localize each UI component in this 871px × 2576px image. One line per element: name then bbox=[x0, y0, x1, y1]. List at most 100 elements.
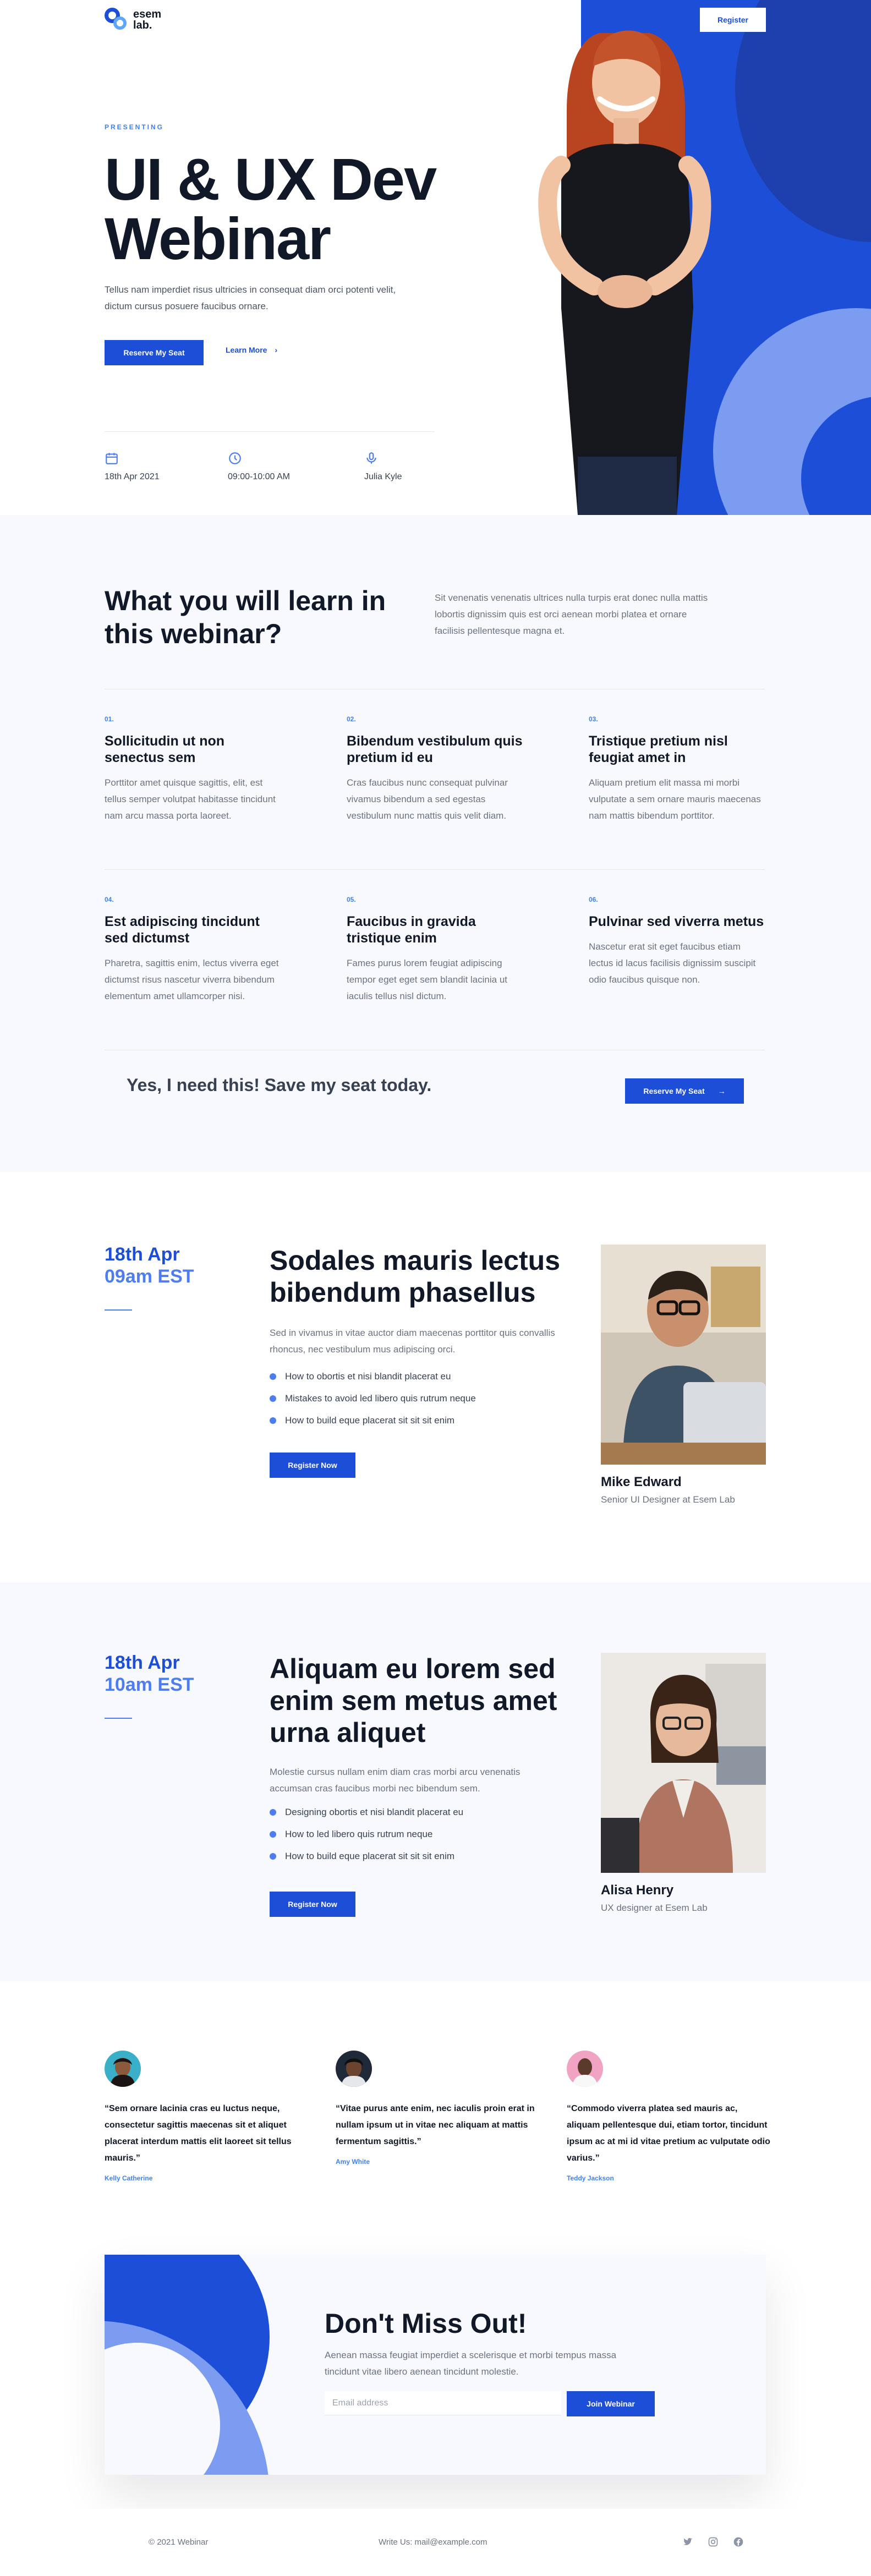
feature-item: 05. Faucibus in gravida tristique enim F… bbox=[347, 896, 523, 1005]
reserve-seat-cta-button[interactable]: Reserve My Seat → bbox=[625, 1078, 744, 1104]
avatar bbox=[567, 2051, 603, 2087]
feature-text: Pharetra, sagittis enim, lectus viverra … bbox=[105, 958, 279, 1001]
event-date: 18th Apr 2021 bbox=[105, 451, 160, 482]
session-date: 18th Apr bbox=[105, 1244, 180, 1265]
event-time: 09:00-10:00 AM bbox=[228, 451, 290, 482]
presenter-photo bbox=[538, 30, 711, 515]
instagram-icon[interactable] bbox=[708, 2536, 719, 2547]
session-datetime: 18th Apr 10am EST bbox=[105, 1652, 194, 1696]
feature-text: Porttitor amet quisque sagittis, elit, e… bbox=[105, 777, 276, 821]
divider bbox=[105, 869, 765, 870]
testimonial-quote: “Vitae purus ante enim, nec iaculis proi… bbox=[336, 2104, 535, 2146]
copyright: © 2021 Webinar bbox=[149, 2537, 209, 2547]
hero-eyebrow: PRESENTING bbox=[105, 123, 165, 131]
session-topic: How to build eque placerat sit sit sit e… bbox=[270, 1410, 476, 1432]
feature-number: 04. bbox=[105, 896, 114, 903]
event-time-text: 09:00-10:00 AM bbox=[228, 472, 290, 481]
footer: © 2021 Webinar Write Us: mail@example.co… bbox=[0, 2509, 871, 2576]
feature-number: 01. bbox=[105, 715, 114, 723]
feature-title: Faucibus in gravida tristique enim bbox=[347, 914, 476, 946]
session-time: 10am EST bbox=[105, 1674, 194, 1695]
session-description: Molestie cursus nullam enim diam cras mo… bbox=[270, 1767, 521, 1794]
microphone-icon bbox=[366, 452, 376, 464]
hero-section: esem lab. Register PRESENTING UI & UX De… bbox=[0, 0, 871, 515]
testimonial-card: “Commodo viverra platea sed mauris ac, a… bbox=[567, 2051, 770, 2182]
feature-item: 06. Pulvinar sed viverra metus Nascetur … bbox=[589, 896, 765, 988]
feature-item: 03. Tristique pretium nisl feugiat amet … bbox=[589, 715, 765, 824]
testimonial-card: “Sem ornare lacinia cras eu luctus neque… bbox=[105, 2051, 308, 2182]
feature-item: 02. Bibendum vestibulum quis pretium id … bbox=[347, 715, 523, 824]
feature-text: Cras faucibus nunc consequat pulvinar vi… bbox=[347, 777, 508, 821]
avatar bbox=[105, 2051, 141, 2087]
speaker-name: Alisa Henry bbox=[601, 1883, 674, 1898]
session-topic: How to build eque placerat sit sit sit e… bbox=[270, 1845, 463, 1867]
calendar-icon bbox=[106, 453, 118, 464]
speaker-photo bbox=[601, 1653, 766, 1873]
chevron-right-icon: › bbox=[275, 346, 278, 354]
join-webinar-button[interactable]: Join Webinar bbox=[567, 2391, 655, 2416]
reserve-seat-button[interactable]: Reserve My Seat bbox=[105, 340, 204, 365]
speaker-role: Senior UI Designer at Esem Lab bbox=[601, 1494, 735, 1505]
session-topic: How to led libero quis rutrum neque bbox=[270, 1823, 463, 1845]
feature-title: Pulvinar sed viverra metus bbox=[589, 914, 764, 929]
learn-title: What you will learn in this webinar? bbox=[105, 585, 386, 649]
feature-number: 03. bbox=[589, 715, 598, 723]
newsletter-title: Don't Miss Out! bbox=[325, 2308, 527, 2339]
register-now-button[interactable]: Register Now bbox=[270, 1453, 355, 1478]
register-button[interactable]: Register bbox=[700, 8, 766, 32]
feature-item: 01. Sollicitudin ut non senectus sem Por… bbox=[105, 715, 281, 824]
contact-email-link[interactable]: Write Us: mail@example.com bbox=[379, 2537, 487, 2547]
logo-text: esem lab. bbox=[133, 8, 162, 31]
feature-number: 06. bbox=[589, 896, 598, 903]
hero-title: UI & UX Dev Webinar bbox=[105, 146, 437, 272]
feature-title: Sollicitudin ut non senectus sem bbox=[105, 733, 225, 765]
speaker-photo bbox=[601, 1245, 766, 1465]
learn-more-label: Learn More bbox=[226, 346, 267, 354]
webinar-landing-page: esem lab. Register PRESENTING UI & UX De… bbox=[0, 0, 871, 2576]
testimonial-author: Kelly Catherine bbox=[105, 2174, 153, 2182]
date-underline bbox=[105, 1309, 132, 1311]
testimonial-card: “Vitae purus ante enim, nec iaculis proi… bbox=[336, 2051, 539, 2166]
register-now-button[interactable]: Register Now bbox=[270, 1892, 355, 1917]
session-topic: Mistakes to avoid led libero quis rutrum… bbox=[270, 1388, 476, 1410]
session-topics: How to obortis et nisi blandit placerat … bbox=[270, 1366, 476, 1432]
session-topic: How to obortis et nisi blandit placerat … bbox=[270, 1366, 476, 1388]
session-title: Sodales mauris lectus bibendum phasellus bbox=[270, 1245, 561, 1308]
feature-number: 05. bbox=[347, 896, 356, 903]
testimonial-author: Amy White bbox=[336, 2158, 370, 2166]
learn-section: What you will learn in this webinar? Sit… bbox=[0, 515, 871, 1172]
social-links bbox=[682, 2536, 744, 2547]
reserve-seat-cta-label: Reserve My Seat bbox=[643, 1087, 705, 1095]
session-title: Aliquam eu lorem sed enim sem metus amet… bbox=[270, 1653, 557, 1748]
newsletter-description: Aenean massa feugiat imperdiet a sceleri… bbox=[325, 2350, 617, 2377]
feature-number: 02. bbox=[347, 715, 356, 723]
twitter-icon[interactable] bbox=[682, 2536, 693, 2547]
hero-description: Tellus nam imperdiet risus ultricies in … bbox=[105, 284, 396, 311]
event-date-text: 18th Apr 2021 bbox=[105, 472, 160, 481]
logo-icon bbox=[105, 8, 129, 32]
event-speaker: Julia Kyle bbox=[364, 451, 402, 482]
avatar bbox=[336, 2051, 372, 2087]
testimonial-quote: “Sem ornare lacinia cras eu luctus neque… bbox=[105, 2104, 292, 2163]
speaker-name: Mike Edward bbox=[601, 1475, 682, 1489]
session-card: 18th Apr 10am EST Aliquam eu lorem sed e… bbox=[0, 1582, 871, 1981]
session-topics: Designing obortis et nisi blandit placer… bbox=[270, 1801, 463, 1867]
learn-more-link[interactable]: Learn More › bbox=[226, 346, 277, 354]
feature-title: Est adipiscing tincidunt sed dictumst bbox=[105, 914, 260, 946]
arrow-right-icon: → bbox=[717, 1087, 726, 1095]
clock-icon bbox=[229, 452, 241, 464]
session-topic: Designing obortis et nisi blandit placer… bbox=[270, 1801, 463, 1823]
event-speaker-text: Julia Kyle bbox=[364, 472, 402, 481]
email-field[interactable] bbox=[325, 2391, 561, 2415]
speaker-role: UX designer at Esem Lab bbox=[601, 1903, 708, 1913]
feature-text: Aliquam pretium elit massa mi morbi vulp… bbox=[589, 777, 761, 821]
feature-title: Bibendum vestibulum quis pretium id eu bbox=[347, 733, 523, 765]
testimonial-author: Teddy Jackson bbox=[567, 2174, 614, 2182]
feature-title: Tristique pretium nisl feugiat amet in bbox=[589, 733, 728, 765]
facebook-icon[interactable] bbox=[733, 2536, 744, 2547]
brand-logo[interactable]: esem lab. bbox=[105, 8, 161, 32]
session-time: 09am EST bbox=[105, 1266, 194, 1287]
cta-text: Yes, I need this! Save my seat today. bbox=[127, 1075, 432, 1095]
session-card: 18th Apr 09am EST Sodales mauris lectus … bbox=[0, 1172, 871, 1582]
feature-text: Fames purus lorem feugiat adipiscing tem… bbox=[347, 958, 508, 1001]
